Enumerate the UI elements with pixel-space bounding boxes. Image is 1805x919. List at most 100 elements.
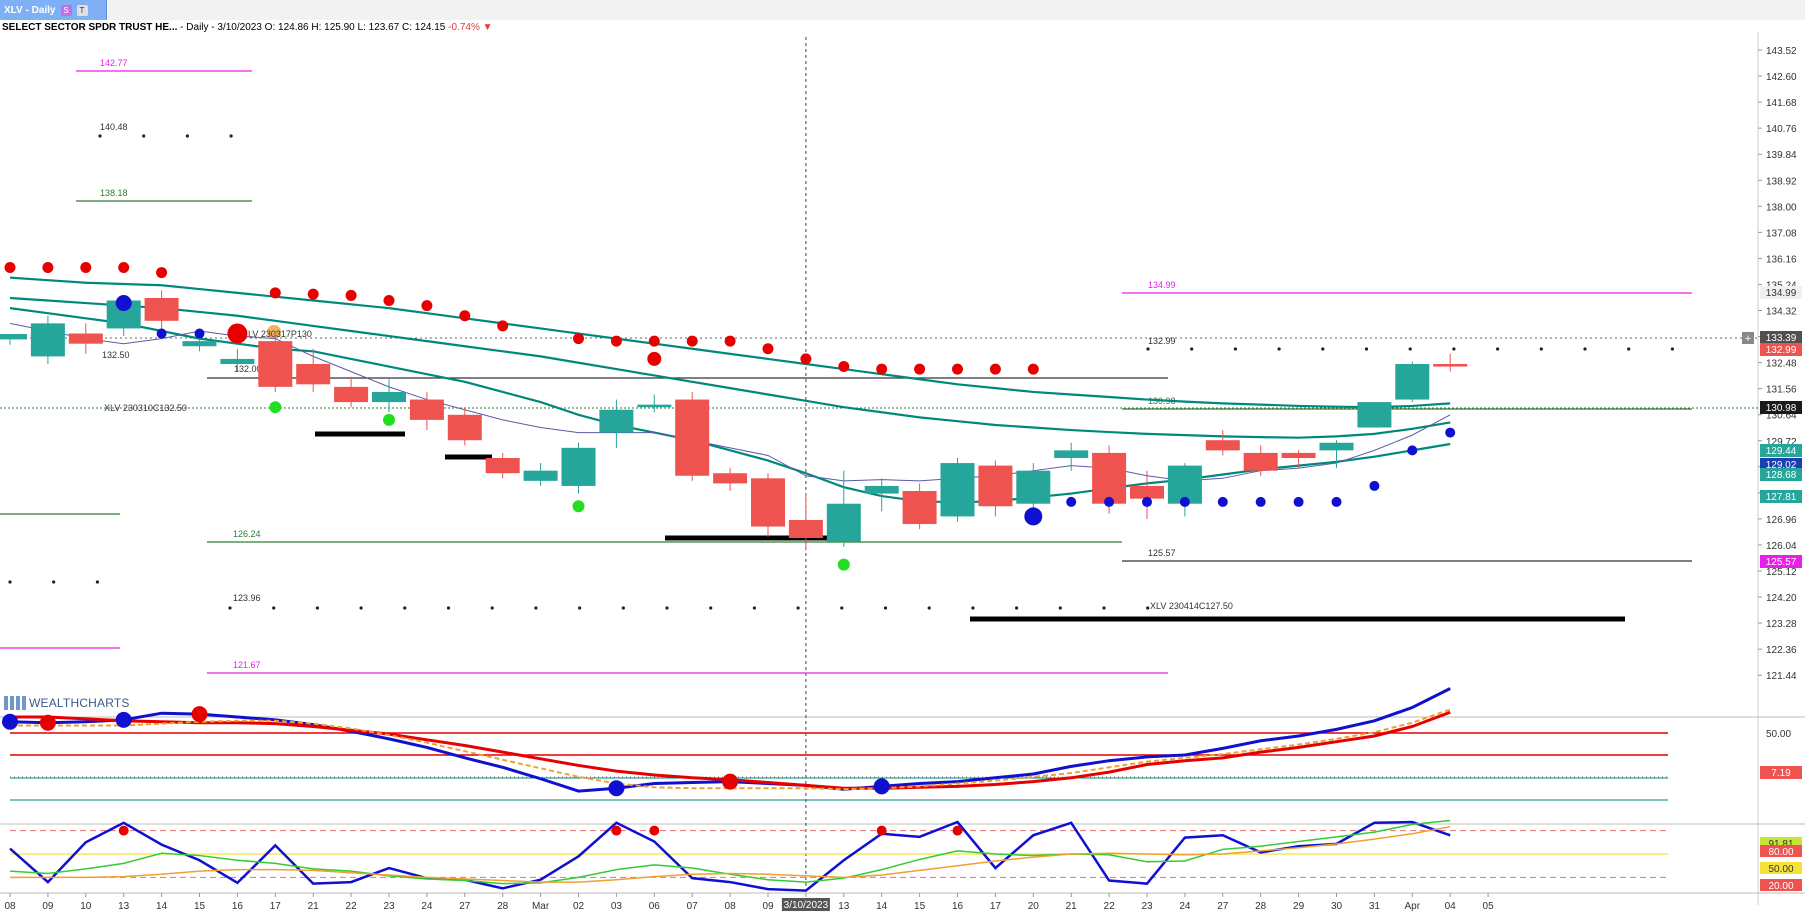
pane2-signal-dot (873, 778, 890, 795)
candle-body (68, 333, 103, 344)
y-tick-label: 138.00 (1766, 202, 1797, 213)
level-dot (1102, 606, 1106, 610)
red-signal-dot (269, 287, 281, 299)
x-tick-label: 28 (497, 901, 509, 912)
blue-signal-dot (1445, 427, 1456, 438)
pane2-signal-dot (191, 706, 208, 723)
level-dot (1233, 347, 1237, 351)
blue-signal-dot (1255, 496, 1266, 507)
candle-body (372, 391, 406, 403)
candle-body (182, 341, 217, 347)
x-tick-label: 27 (1217, 901, 1229, 912)
level-dot (578, 606, 582, 610)
level-label: 121.67 (233, 660, 261, 670)
candle-body (1092, 452, 1127, 504)
x-tick-label: 22 (346, 901, 358, 912)
x-tick-label: 16 (952, 901, 964, 912)
level-dot (95, 580, 99, 584)
y-tick-label: 139.84 (1766, 150, 1797, 161)
blue-signal-dot (1142, 496, 1152, 507)
x-tick-label: 29 (1293, 901, 1305, 912)
candle-body (409, 399, 444, 420)
candle-body (1395, 364, 1430, 400)
candle-body (1357, 402, 1392, 428)
candle-body (144, 297, 179, 321)
blue-signal-dot (1179, 496, 1190, 507)
red-signal-dot (227, 323, 248, 344)
y-tick-label: 138.92 (1766, 176, 1797, 187)
option-label: XLV 230414C127.50 (1150, 601, 1233, 611)
red-signal-dot (989, 363, 1001, 375)
level-dot (927, 606, 931, 610)
x-tick-label: 09 (762, 901, 774, 912)
level-dot (446, 606, 451, 610)
blue-signal-dot (1104, 496, 1115, 507)
level-dot (229, 134, 233, 138)
pane3-signal-dot (611, 825, 622, 836)
red-signal-dot (914, 363, 926, 375)
level-label: 132.50 (102, 350, 130, 360)
y-tick-label: 125.12 (1766, 567, 1797, 578)
candle-body (0, 334, 27, 340)
x-tick-label: 3/10/2023 (784, 900, 829, 911)
blue-signal-dot (115, 295, 132, 312)
pane3-tag-label: 80.00 (1768, 847, 1793, 858)
x-tick-label: 21 (1066, 901, 1078, 912)
candle-body (751, 478, 785, 527)
level-dot (1627, 347, 1631, 351)
level-dot (1146, 347, 1150, 351)
level-dot (1583, 347, 1587, 351)
y-tick-label: 141.68 (1766, 98, 1797, 109)
red-signal-dot (724, 335, 736, 347)
x-tick-label: Apr (1405, 901, 1421, 912)
x-tick-label: 20 (1028, 901, 1040, 912)
red-signal-dot (383, 295, 395, 307)
red-signal-dot (421, 300, 433, 312)
y-tick-label: 123.28 (1766, 619, 1797, 630)
x-tick-label: 24 (1179, 901, 1191, 912)
level-dot (359, 606, 363, 610)
x-tick-label: 21 (308, 901, 320, 912)
x-tick-label: 04 (1445, 901, 1457, 912)
pane2-tag-label: 7.19 (1771, 768, 1791, 779)
y-tick-label: 140.76 (1766, 124, 1797, 135)
y-tick-label: 50.00 (1766, 729, 1791, 740)
level-dot (1364, 347, 1369, 351)
candle-body (447, 414, 482, 441)
green-signal-dot (837, 558, 850, 571)
level-dot (185, 134, 189, 138)
red-signal-dot (4, 261, 16, 273)
candle-body (220, 358, 255, 365)
blue-signal-dot (1217, 496, 1228, 507)
level-dot (665, 606, 669, 610)
y-tick-label: 122.36 (1766, 645, 1797, 656)
level-dot (971, 606, 975, 610)
x-tick-label: 31 (1369, 901, 1381, 912)
red-signal-dot (648, 335, 660, 347)
red-signal-dot (573, 333, 584, 345)
x-tick-label: 23 (1141, 901, 1153, 912)
candle-body (1130, 485, 1164, 499)
pane2-signal-dot (608, 780, 625, 797)
blue-signal-dot (1293, 496, 1304, 507)
level-dot (709, 606, 713, 610)
y-tick-label: 136.16 (1766, 254, 1797, 265)
level-label: 142.77 (100, 58, 128, 68)
x-tick-label: 17 (270, 901, 282, 912)
pane2-signal-dot (115, 711, 132, 728)
candle-body (637, 404, 672, 408)
level-dot (8, 580, 12, 584)
blue-signal-dot (1024, 507, 1043, 526)
price-chart[interactable]: 143.52 142.60 141.68 140.76 139.84 138.92 138.… (0, 0, 1805, 919)
candle-body (826, 503, 861, 542)
level-dot (1496, 347, 1500, 351)
level-dot (98, 134, 102, 138)
logo-bars-icon (4, 696, 26, 710)
x-tick-label: 16 (232, 901, 244, 912)
level-dot (621, 606, 625, 610)
x-tick-label: 22 (1104, 901, 1116, 912)
red-signal-dot (345, 289, 357, 301)
red-signal-dot (307, 288, 319, 300)
level-dot (752, 606, 757, 610)
candle-body (258, 341, 293, 387)
